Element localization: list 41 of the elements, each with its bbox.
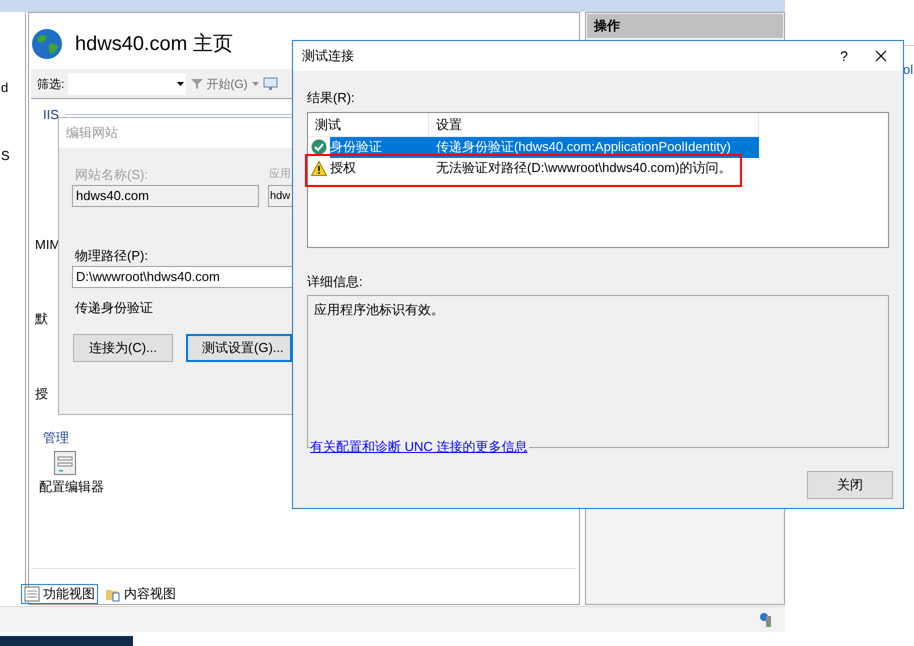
editor-icon[interactable] — [54, 451, 76, 475]
section-label: 详细信息: — [307, 272, 363, 290]
dialog-button[interactable]: 连接为(C)... — [73, 334, 173, 362]
group-header: 管理 — [43, 429, 69, 447]
close-icon[interactable] — [875, 50, 887, 62]
link-text[interactable]: ol — [903, 60, 914, 80]
monitor-icon[interactable] — [262, 76, 279, 92]
feature-label[interactable]: 授 — [35, 384, 48, 404]
tree-item[interactable]: S — [0, 146, 10, 165]
filter-icon — [190, 76, 204, 90]
view-tab[interactable]: 功能视图 — [21, 584, 98, 604]
caret-icon — [252, 82, 259, 86]
details-text: 应用程序池标识有效。 — [314, 301, 444, 319]
group-header: IIS — [43, 106, 59, 124]
filter-label: 筛选: — [37, 76, 64, 92]
tree-item[interactable]: d — [0, 78, 8, 98]
warning-icon — [311, 160, 327, 176]
page-title: hdws40.com 主页 — [75, 32, 233, 57]
field-label: 应用 — [269, 166, 291, 182]
panel-header: 操作 — [587, 14, 783, 38]
start-button[interactable]: 开始(G) — [190, 74, 248, 92]
dropdown-icon[interactable] — [177, 82, 184, 86]
dialog-title: 测试连接 — [302, 47, 354, 66]
feature-label[interactable]: 默 — [35, 309, 48, 328]
view-tab[interactable]: 内容视图 — [102, 584, 179, 604]
close-button[interactable]: 关闭 — [807, 471, 893, 499]
field-label: 物理路径(P): — [75, 247, 148, 265]
list-row[interactable]: 授权 无法验证对路径(D:\wwwroot\hdws40.com)的访问。 — [330, 158, 759, 178]
dialog-title: 编辑网站 — [66, 124, 118, 142]
feature-label[interactable]: 配置编辑器 — [39, 477, 104, 496]
auth-text: 传递身份验证 — [75, 299, 153, 317]
help-button[interactable]: ? — [829, 46, 859, 66]
globe-icon — [31, 28, 63, 60]
check-icon — [311, 139, 327, 155]
dialog-button[interactable]: 测试设置(G)... — [186, 334, 292, 362]
app-pool-field[interactable]: hdw — [268, 185, 292, 207]
site-name-field[interactable]: hdws40.com — [72, 185, 259, 207]
path-field[interactable]: D:\wwwroot\hdws40.com — [72, 266, 292, 288]
filter-field[interactable] — [68, 72, 186, 94]
field-label: 网站名称(S): — [75, 166, 148, 184]
section-label: 结果(R): — [307, 89, 355, 107]
